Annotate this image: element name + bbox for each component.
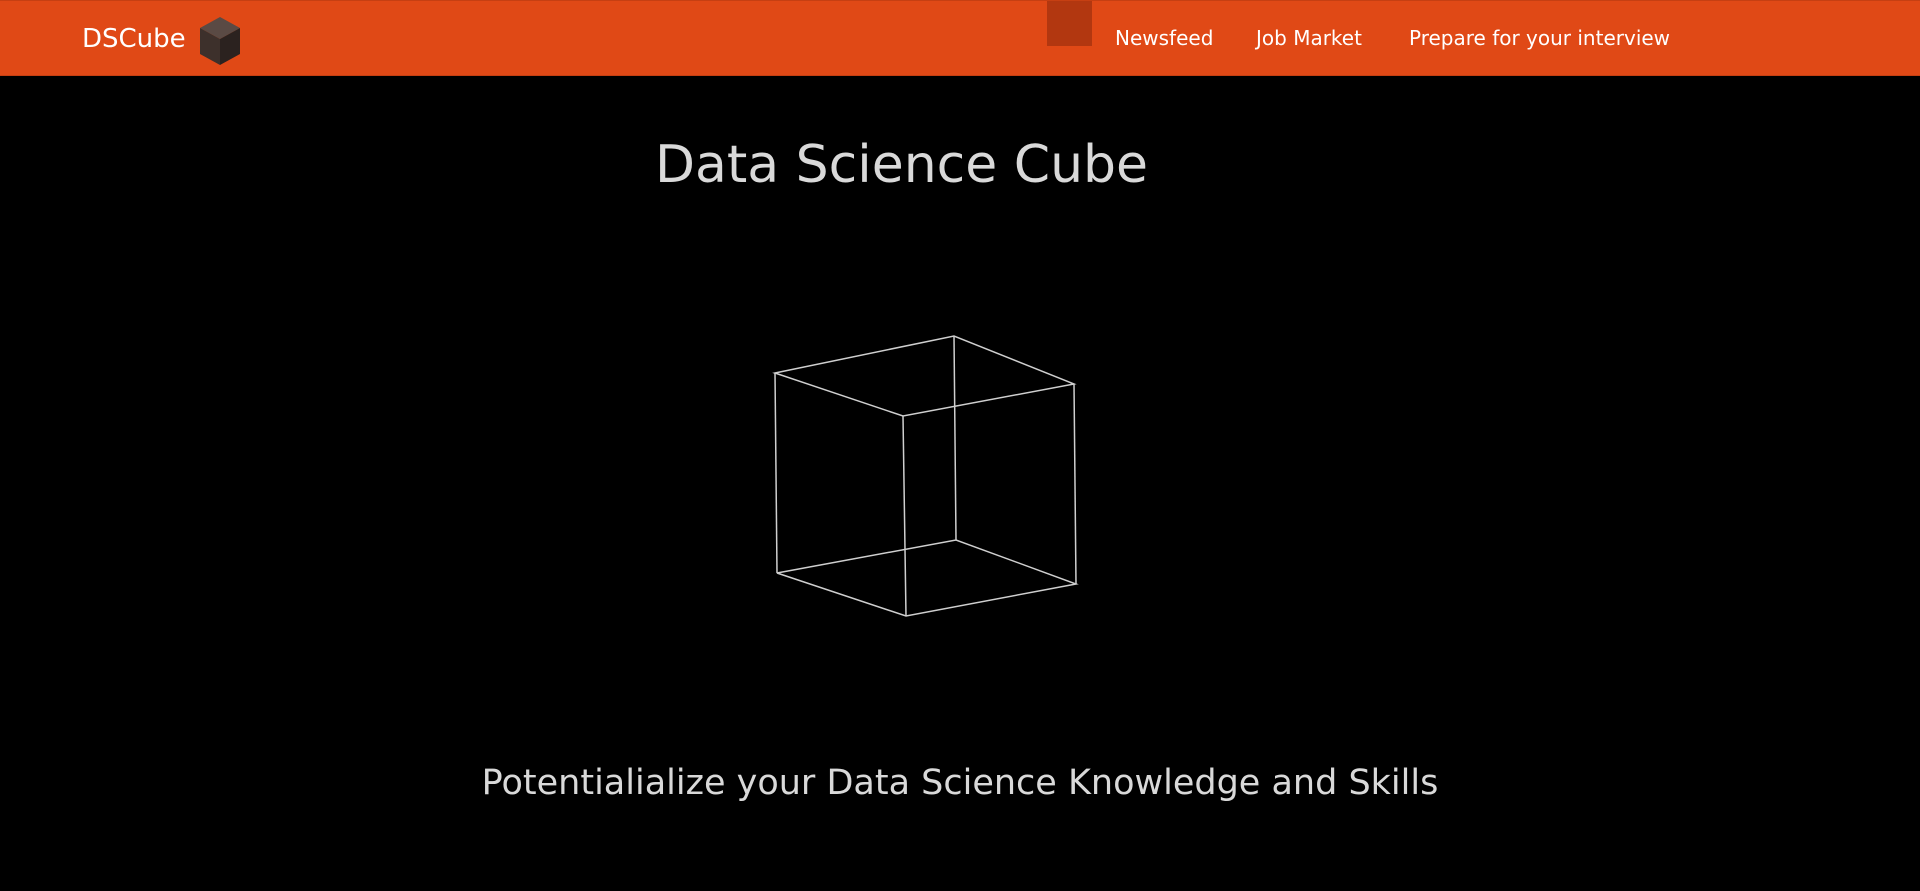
top-navbar: DSCube Newsfeed Job Market Prepare for y… bbox=[0, 0, 1920, 76]
nav-link-prepare-interview[interactable]: Prepare for your interview bbox=[1409, 26, 1670, 50]
page-title: Data Science Cube bbox=[654, 135, 1149, 195]
brand-link[interactable]: DSCube bbox=[82, 1, 242, 77]
hero-tagline: Potentialialize your Data Science Knowle… bbox=[481, 763, 1439, 803]
brand-name: DSCube bbox=[82, 24, 186, 54]
cube-logo-icon bbox=[199, 17, 240, 65]
wireframe-cube-icon bbox=[772, 335, 1079, 617]
nav-active-indicator bbox=[1047, 1, 1092, 46]
hero-graphic bbox=[770, 330, 1090, 630]
nav-link-job-market[interactable]: Job Market bbox=[1256, 26, 1362, 50]
nav-link-newsfeed[interactable]: Newsfeed bbox=[1115, 26, 1213, 50]
